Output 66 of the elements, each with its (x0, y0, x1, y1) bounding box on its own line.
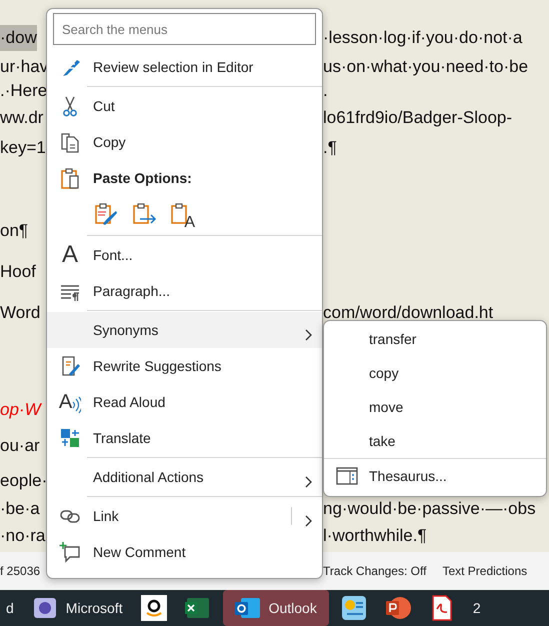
taskbar-button[interactable]: 2 (466, 590, 487, 626)
status-text: Track Changes: Off (323, 563, 426, 580)
taskbar-button[interactable]: Microsoft (26, 590, 129, 626)
document-text: l·worthwhile.¶ (323, 525, 427, 547)
chevron-icon (304, 476, 312, 488)
document-text: key=1 (0, 137, 46, 159)
document-text: us·on·what·you·need·to·be (323, 56, 528, 78)
document-text: .¶ (323, 137, 337, 159)
menu-item[interactable]: Additional Actions (47, 459, 322, 495)
sound-waves-icon (72, 396, 82, 414)
presentation-icon (384, 595, 411, 621)
taskbar-button[interactable]: Outlook (222, 590, 329, 626)
document-text: ou·ar (0, 435, 40, 457)
search-field[interactable]: Search the menus (53, 13, 316, 45)
mail-icon (234, 595, 261, 621)
document-text: ·lesson·log·if·you·do·not·a (323, 27, 522, 49)
clipboard-icon (59, 167, 81, 189)
document-text: ·be·a (0, 498, 40, 520)
clipboard-brush-icon (93, 202, 119, 228)
submenu-item[interactable]: Thesaurus... (324, 459, 546, 493)
document-text: com/word/download.ht (323, 302, 494, 324)
comment-icon (59, 541, 81, 563)
menu-item[interactable]: Cut (47, 88, 322, 124)
chevron-icon (304, 515, 312, 528)
menu-item[interactable]: Review selection in Editor (47, 49, 322, 85)
section-header: Paste Options: (93, 168, 192, 188)
document-text: op·W (0, 399, 41, 421)
app-icon (32, 595, 58, 621)
document-text: . (323, 80, 328, 102)
document-text: lo61frd9io/Badger-Sloop- (323, 107, 512, 129)
document-text: eople· (0, 470, 48, 492)
document-text: ·dow (0, 25, 37, 51)
menu-item[interactable]: Translate (47, 420, 322, 456)
document-text: on¶ (0, 220, 28, 242)
document-text: ng·would·be·passive·—·obs (323, 498, 536, 520)
menu-item[interactable]: A Read Aloud (47, 384, 322, 420)
status-text: f 25036 (0, 563, 40, 580)
document-text: Hoof (0, 261, 36, 283)
translate-icon (59, 427, 81, 449)
menu-item[interactable]: New Comment (47, 534, 322, 570)
submenu-item[interactable]: copy (324, 356, 546, 390)
book-icon (336, 466, 358, 486)
menu-item[interactable]: Paragraph... (47, 273, 322, 309)
font-glyph-icon: A (62, 243, 78, 267)
menu-item[interactable]: A Font... (47, 237, 322, 273)
document-text: ur·hav (0, 56, 48, 78)
submenu-item[interactable]: move (324, 390, 546, 424)
menu-item[interactable]: Copy (47, 124, 322, 160)
chevron-icon (304, 329, 312, 342)
taskbar-button[interactable]: d (0, 590, 20, 626)
menu-item[interactable]: Rewrite Suggestions (47, 348, 322, 384)
copy-icon (59, 131, 81, 153)
menu-item[interactable]: Link (47, 498, 322, 534)
paste-text-only-button[interactable]: A (169, 201, 195, 229)
document-text: ww.dr (0, 107, 44, 129)
document-text: .·Here (0, 80, 48, 102)
speaker-letter-icon: A (58, 390, 72, 414)
dashboard-icon (340, 595, 367, 621)
menu-item[interactable]: Synonyms (47, 312, 322, 348)
shopping-icon (140, 595, 167, 621)
submenu-item[interactable]: take (324, 424, 546, 458)
submenu-item[interactable]: transfer (324, 322, 546, 356)
status-text: Text Predictions (442, 563, 528, 580)
document-text: ·no·ra (0, 525, 46, 547)
document-text: Word (0, 302, 40, 324)
spreadsheet-icon (184, 595, 211, 621)
